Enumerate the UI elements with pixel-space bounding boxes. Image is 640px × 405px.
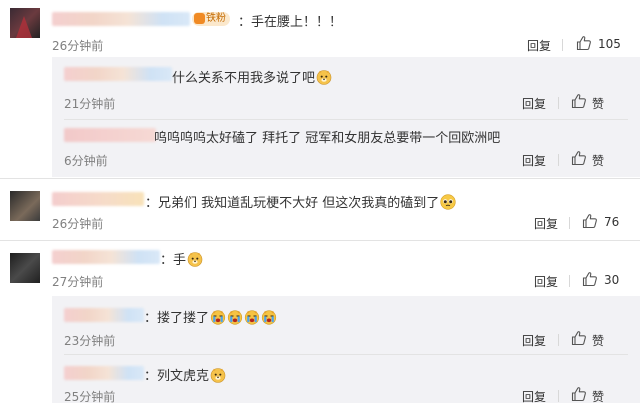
thumbs-up-icon[interactable]: [582, 213, 598, 229]
comment-2: ：兄弟们 我知道乱玩梗不大好 但这次我真的磕到了 26分钟前 回复 76: [0, 179, 640, 241]
like-label[interactable]: 赞: [592, 388, 604, 405]
divider: [562, 39, 563, 51]
reply-time: 25分钟前: [64, 390, 116, 404]
doge-emoji: [210, 367, 226, 383]
crying-emoji: [261, 309, 277, 325]
pleading-emoji: [440, 194, 456, 210]
thumbs-up-icon[interactable]: [571, 330, 587, 346]
reply-button[interactable]: 回复: [534, 273, 558, 290]
reply-text-content: 呜呜呜呜太好磕了 拜托了 冠军和女朋友总要带一个回欧洲吧: [154, 131, 501, 146]
like-count[interactable]: 105: [598, 37, 621, 51]
reply-list: ：搂了搂了 23分钟前 回复 赞 ：列文虎克 25分钟前 回复 赞: [52, 296, 640, 405]
reply-time: 6分钟前: [64, 154, 108, 168]
avatar[interactable]: [10, 8, 40, 38]
username-blurred[interactable]: [52, 250, 160, 264]
reply-button[interactable]: 回复: [527, 37, 551, 54]
reply-list: 什么关系不用我多说了吧 21分钟前 回复 赞 呜呜呜呜太好磕了 拜托了 冠军和女…: [52, 57, 640, 177]
comment-text: ：手: [160, 249, 203, 268]
comment-text: ：手在腰上！！！: [238, 11, 342, 30]
crying-emoji: [244, 309, 260, 325]
username-blurred[interactable]: [64, 308, 144, 322]
reply-text-content: 什么关系不用我多说了吧: [172, 71, 316, 86]
username-blurred[interactable]: [52, 12, 190, 26]
comment-text-content: ：手: [160, 253, 187, 268]
reply-time: 23分钟前: [64, 334, 116, 348]
thumbs-up-icon[interactable]: [571, 93, 587, 109]
reply-divider: [64, 119, 628, 120]
thumbs-up-icon[interactable]: [571, 386, 587, 402]
reply-button[interactable]: 回复: [522, 152, 546, 169]
divider: [569, 275, 570, 287]
thumbs-up-icon[interactable]: [571, 150, 587, 166]
avatar[interactable]: [10, 253, 40, 283]
thumbs-up-icon[interactable]: [576, 35, 592, 51]
avatar-image: [16, 16, 32, 38]
reply-text: ：搂了搂了: [144, 307, 277, 326]
like-label[interactable]: 赞: [592, 95, 604, 112]
reply-divider: [64, 354, 628, 355]
comment-text-content: ：手在腰上！！！: [238, 15, 343, 30]
reply-button[interactable]: 回复: [522, 388, 546, 405]
crying-emoji: [210, 309, 226, 325]
thumbs-up-icon[interactable]: [582, 271, 598, 287]
comment-time: 26分钟前: [52, 217, 104, 231]
divider: [558, 334, 559, 346]
reply-text: 什么关系不用我多说了吧: [172, 67, 332, 86]
username-blurred[interactable]: [64, 366, 144, 380]
comment-time: 26分钟前: [52, 39, 104, 53]
doge-emoji: [316, 69, 332, 85]
avatar[interactable]: [10, 191, 40, 221]
fan-badge[interactable]: 铁粉: [192, 12, 230, 26]
badge-label: 铁粉: [206, 13, 226, 24]
reply-text: ：列文虎克: [144, 365, 226, 384]
reply-button[interactable]: 回复: [522, 332, 546, 349]
reply-button[interactable]: 回复: [534, 215, 558, 232]
username-blurred[interactable]: [64, 128, 156, 142]
like-label[interactable]: 赞: [592, 332, 604, 349]
doge-emoji: [187, 251, 203, 267]
like-count[interactable]: 76: [604, 215, 619, 229]
divider: [558, 390, 559, 402]
divider: [569, 217, 570, 229]
reply-time: 21分钟前: [64, 97, 116, 111]
comment-3: ：手 27分钟前 回复 30: [0, 241, 640, 293]
like-count[interactable]: 30: [604, 273, 619, 287]
like-label[interactable]: 赞: [592, 152, 604, 169]
divider: [558, 154, 559, 166]
badge-icon: [194, 13, 205, 24]
username-blurred[interactable]: [64, 67, 172, 81]
username-blurred[interactable]: [52, 192, 144, 206]
crying-emoji: [227, 309, 243, 325]
comment-text: ：兄弟们 我知道乱玩梗不大好 但这次我真的磕到了: [145, 192, 456, 211]
reply-text: 呜呜呜呜太好磕了 拜托了 冠军和女朋友总要带一个回欧洲吧: [154, 127, 500, 146]
comment-1: 铁粉 ：手在腰上！！！ 26分钟前 回复 105: [0, 0, 640, 56]
reply-text-content: ：搂了搂了: [144, 311, 210, 326]
comment-time: 27分钟前: [52, 275, 104, 289]
reply-button[interactable]: 回复: [522, 95, 546, 112]
comment-text-content: ：兄弟们 我知道乱玩梗不大好 但这次我真的磕到了: [145, 196, 440, 211]
divider: [558, 97, 559, 109]
reply-text-content: ：列文虎克: [144, 369, 210, 384]
